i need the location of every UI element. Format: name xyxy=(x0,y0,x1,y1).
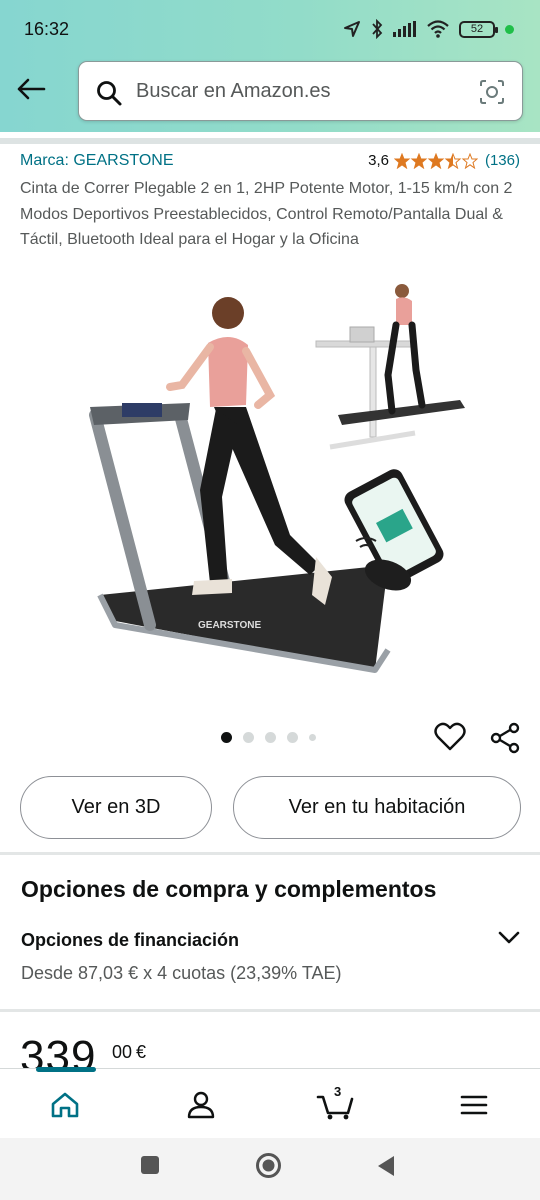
system-nav-bar xyxy=(0,1138,540,1200)
search-bar[interactable]: Buscar en Amazon.es xyxy=(78,61,523,121)
financing-detail: Desde 87,03 € x 4 cuotas (23,39% TAE) xyxy=(21,963,342,983)
view-3d-button[interactable]: Ver en 3D xyxy=(20,776,212,839)
carousel-dot[interactable] xyxy=(287,732,298,743)
carousel-dot[interactable] xyxy=(221,732,232,743)
rating-stars-icon xyxy=(393,152,478,169)
back-button[interactable] xyxy=(14,72,48,106)
desk-scene xyxy=(315,284,465,450)
chevron-down-icon[interactable] xyxy=(497,927,521,947)
product-image[interactable]: GEARSTONE xyxy=(70,275,470,685)
search-icon xyxy=(97,81,122,106)
carousel-dot[interactable] xyxy=(309,734,316,741)
arrow-left-icon xyxy=(17,78,46,100)
home-icon xyxy=(51,1092,79,1118)
nav-cart[interactable]: 3 xyxy=(316,1084,356,1123)
rating-value: 3,6 xyxy=(368,152,389,169)
nav-home[interactable] xyxy=(45,1087,85,1123)
status-bar: 16:32 52 xyxy=(0,0,540,58)
carousel-dot[interactable] xyxy=(265,732,276,743)
cart-count: 3 xyxy=(334,1084,342,1099)
search-input[interactable]: Buscar en Amazon.es xyxy=(136,80,331,103)
privacy-dot-icon xyxy=(505,24,514,34)
bluetooth-icon xyxy=(372,19,383,39)
share-icon[interactable] xyxy=(490,722,522,754)
rating-count: (136) xyxy=(484,152,520,169)
home-button-icon[interactable] xyxy=(255,1152,282,1179)
header-separator xyxy=(0,138,540,144)
app-header: 16:32 52 Buscar en Amazon.es xyxy=(0,0,540,132)
menu-icon xyxy=(460,1095,488,1115)
recents-icon[interactable] xyxy=(140,1155,160,1175)
back-nav-icon[interactable] xyxy=(376,1155,396,1177)
battery-indicator: 52 xyxy=(459,20,498,38)
financing-title[interactable]: Opciones de financiación xyxy=(21,930,239,951)
price-whole: 339 xyxy=(20,1032,97,1070)
image-carousel-dots xyxy=(221,732,316,743)
section-divider xyxy=(0,852,540,855)
product-rating[interactable]: 3,6 (136) xyxy=(368,152,520,169)
view-in-room-button[interactable]: Ver en tu habitación xyxy=(233,776,521,839)
signal-icon xyxy=(393,21,416,37)
wifi-icon xyxy=(427,20,449,38)
camera-search-icon[interactable] xyxy=(478,78,506,106)
carousel-dot[interactable] xyxy=(243,732,254,743)
user-icon xyxy=(187,1091,215,1119)
image-brand-label: GEARSTONE xyxy=(198,620,261,631)
section-divider xyxy=(0,1009,540,1012)
brand-link[interactable]: Marca: GEARSTONE xyxy=(20,152,174,170)
bottom-nav: 3 xyxy=(0,1067,540,1138)
nav-menu[interactable] xyxy=(454,1087,494,1123)
location-icon xyxy=(344,21,360,37)
nav-account[interactable] xyxy=(181,1087,221,1123)
status-time: 16:32 xyxy=(24,19,70,39)
nav-active-indicator xyxy=(36,1067,96,1072)
price-currency: € xyxy=(136,1042,147,1062)
heart-icon[interactable] xyxy=(434,722,466,752)
product-title: Cinta de Correr Plegable 2 en 1, 2HP Pot… xyxy=(20,180,513,248)
treadmill-illustration: GEARSTONE xyxy=(89,284,465,673)
status-icons: 52 xyxy=(343,16,514,42)
price: 339 00 € xyxy=(20,1026,320,1070)
price-fraction: 00 xyxy=(112,1042,133,1062)
purchase-options-title: Opciones de compra y complementos xyxy=(21,876,437,902)
